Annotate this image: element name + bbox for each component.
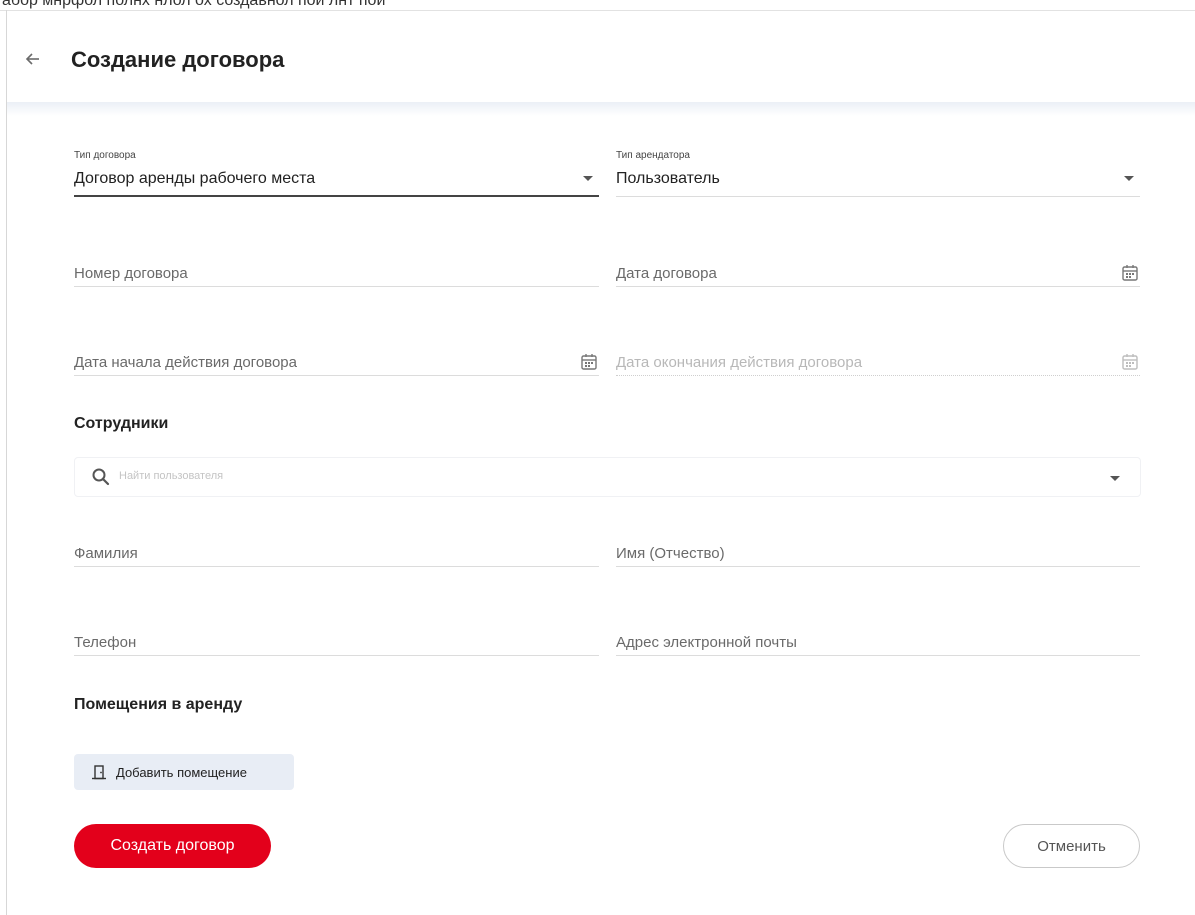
phone-field[interactable]: Телефон	[74, 614, 599, 656]
cancel-button[interactable]: Отменить	[1003, 824, 1140, 868]
email-underline	[616, 655, 1140, 656]
contract-type-label: Тип договора	[74, 150, 136, 161]
calendar-icon	[1120, 352, 1140, 372]
contract-type-select[interactable]: Тип договора Договор аренды рабочего мес…	[74, 150, 599, 197]
contract-number-underline	[74, 286, 599, 287]
add-room-button[interactable]: Добавить помещение	[74, 754, 294, 790]
chevron-down-icon[interactable]	[1110, 476, 1120, 481]
start-date-placeholder: Дата начала действия договора	[74, 354, 297, 371]
phone-placeholder: Телефон	[74, 634, 137, 651]
contract-number-field[interactable]: Номер договора	[74, 245, 599, 287]
add-room-label: Добавить помещение	[116, 765, 247, 780]
contract-number-placeholder: Номер договора	[74, 265, 188, 282]
employees-title: Сотрудники	[74, 415, 169, 432]
contract-date-placeholder: Дата договора	[616, 265, 717, 282]
back-arrow-icon[interactable]	[22, 48, 44, 70]
contract-type-value: Договор аренды рабочего места	[74, 170, 316, 187]
start-date-underline	[74, 375, 599, 376]
tenant-type-value: Пользователь	[616, 170, 720, 187]
last-name-underline	[74, 566, 599, 567]
email-field[interactable]: Адрес электронной почты	[616, 614, 1140, 656]
start-date-field[interactable]: Дата начала действия договора	[74, 334, 599, 376]
user-search-box[interactable]: Найти пользователя	[74, 457, 1141, 497]
tenant-type-select[interactable]: Тип арендатора Пользователь	[616, 150, 1140, 197]
door-icon	[90, 763, 108, 781]
page-title: Создание договора	[71, 47, 285, 72]
rooms-title: Помещения в аренду	[74, 696, 243, 713]
first-name-underline	[616, 566, 1140, 567]
phone-underline	[74, 655, 599, 656]
first-name-field[interactable]: Имя (Отчество)	[616, 525, 1140, 567]
calendar-icon[interactable]	[1120, 263, 1140, 283]
first-name-placeholder: Имя (Отчество)	[616, 545, 725, 562]
chevron-down-icon	[1124, 176, 1134, 181]
top-strip: абор мнрфол полнх нлол ох создавнол пой …	[0, 0, 1195, 10]
end-date-placeholder: Дата окончания действия договора	[616, 354, 863, 371]
tenant-type-underline	[616, 196, 1140, 197]
contract-date-underline	[616, 286, 1140, 287]
header-shadow	[7, 102, 1195, 116]
end-date-field: Дата окончания действия договора	[616, 334, 1140, 376]
email-placeholder: Адрес электронной почты	[616, 634, 797, 651]
create-contract-button[interactable]: Создать договор	[74, 824, 271, 868]
last-name-placeholder: Фамилия	[74, 545, 138, 562]
page: абор мнрфол полнх нлол ох создавнол пой …	[0, 0, 1195, 915]
calendar-icon[interactable]	[579, 352, 599, 372]
top-strip-text: абор мнрфол полнх нлол ох создавнол пой …	[2, 0, 386, 9]
end-date-underline	[616, 374, 1140, 376]
last-name-field[interactable]: Фамилия	[74, 525, 599, 567]
tenant-type-label: Тип арендатора	[616, 150, 690, 161]
chevron-down-icon	[583, 176, 593, 181]
user-search-placeholder: Найти пользователя	[119, 470, 224, 482]
contract-type-underline	[74, 195, 599, 197]
search-icon	[91, 467, 111, 487]
left-border	[6, 10, 7, 915]
contract-date-field[interactable]: Дата договора	[616, 245, 1140, 287]
